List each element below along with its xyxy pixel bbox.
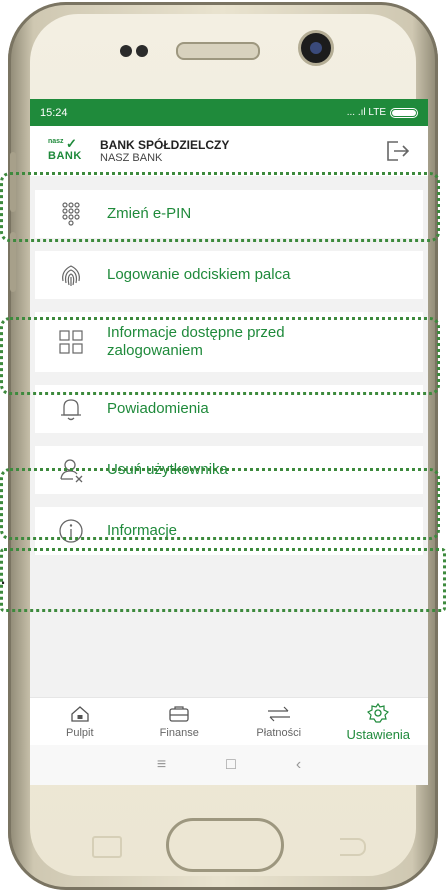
hardware-recent-button[interactable] [92,836,122,858]
settings-icon [367,702,390,723]
highlight-epin [0,172,440,242]
highlight-information [0,548,446,612]
transfer-icon [267,706,290,722]
hardware-home-button[interactable] [166,818,284,872]
logo-text-top: nasz [48,138,64,145]
bank-subtitle: NASZ BANK [100,152,163,164]
fingerprint-icon [62,265,80,286]
menu-item-fingerprint[interactable]: Logowanie odciskiem palca [35,251,423,299]
sensor-dots [120,44,152,62]
nav-label: Pulpit [65,727,94,739]
highlight-remove-user [0,468,440,540]
status-time: 15:24 [40,106,68,119]
menu-label: Logowanie odciskiem palca [107,266,291,283]
front-camera [298,30,334,66]
menu-lines-icon[interactable]: ≡ [157,756,166,774]
menu-label: Powiadomienia [107,400,209,417]
nav-label: Ustawienia [346,726,411,742]
android-back-icon[interactable]: ‹ [296,756,301,774]
battery-icon [390,107,418,118]
bottom-navigation: Pulpit Finanse Płatności Ustawienia [30,697,428,746]
nav-item-pulpit[interactable]: Pulpit [30,698,130,746]
signal-indicator: ... .ıl LTE [346,107,386,118]
nav-item-ustawienia[interactable]: Ustawienia [329,698,429,746]
home-icon [71,706,89,722]
earpiece-speaker [176,42,260,60]
android-home-icon[interactable]: □ [226,756,236,774]
wallet-icon [169,706,189,722]
nav-item-finanse[interactable]: Finanse [130,698,230,746]
bell-icon [61,399,81,421]
logo-text-bottom: BANK [48,150,82,162]
annotation-marker: . [0,564,7,589]
bank-name: BANK SPÓŁDZIELCZY [100,138,230,152]
android-nav-bar: ≡ □ ‹ [30,745,428,785]
highlight-pre-login-info [0,317,440,395]
nav-label: Płatności [256,727,302,739]
app-header: nasz ✓ BANK BANK SPÓŁDZIELCZY NASZ BANK [30,126,428,176]
hardware-back-button[interactable] [340,838,366,856]
logout-icon[interactable] [384,139,410,163]
bank-logo: nasz ✓ BANK [48,136,92,166]
nav-label: Finanse [159,727,199,739]
nav-item-platnosci[interactable]: Płatności [229,698,329,746]
status-bar: 15:24 ... .ıl LTE [30,99,428,126]
